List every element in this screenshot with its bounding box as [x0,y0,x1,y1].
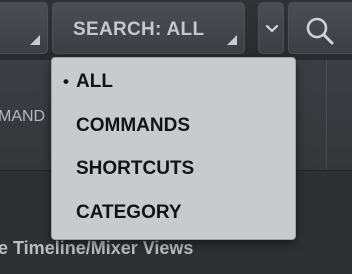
search-filter-dropdown[interactable]: SEARCH: ALL [52,2,245,54]
menu-item-label: SHORTCUTS [76,158,195,179]
expand-options-button[interactable] [258,2,284,54]
search-button[interactable] [288,2,352,54]
search-filter-menu: • ALL COMMANDS SHORTCUTS CATEGORY [51,57,296,240]
result-row-text: e Timeline/Mixer Views [0,238,194,258]
menu-item-label: COMMANDS [76,115,190,136]
menu-item-label: ALL [76,71,113,92]
column-divider [326,60,327,170]
magnifier-icon [306,17,334,45]
menu-item-shortcuts[interactable]: SHORTCUTS [52,152,295,186]
column-header-label: MAND [0,108,46,125]
corner-triangle-icon [30,35,40,45]
menu-item-category[interactable]: CATEGORY [52,196,295,230]
left-dropdown-button[interactable] [0,2,48,54]
chevron-down-icon [265,24,279,33]
corner-triangle-icon [227,35,237,45]
menu-item-all[interactable]: • ALL [52,65,295,99]
selected-bullet-icon: • [63,72,69,91]
search-filter-label: SEARCH: ALL [73,19,205,40]
menu-item-commands[interactable]: COMMANDS [52,109,295,143]
search-toolbar: SEARCH: ALL [0,0,352,60]
menu-item-label: CATEGORY [76,202,182,223]
